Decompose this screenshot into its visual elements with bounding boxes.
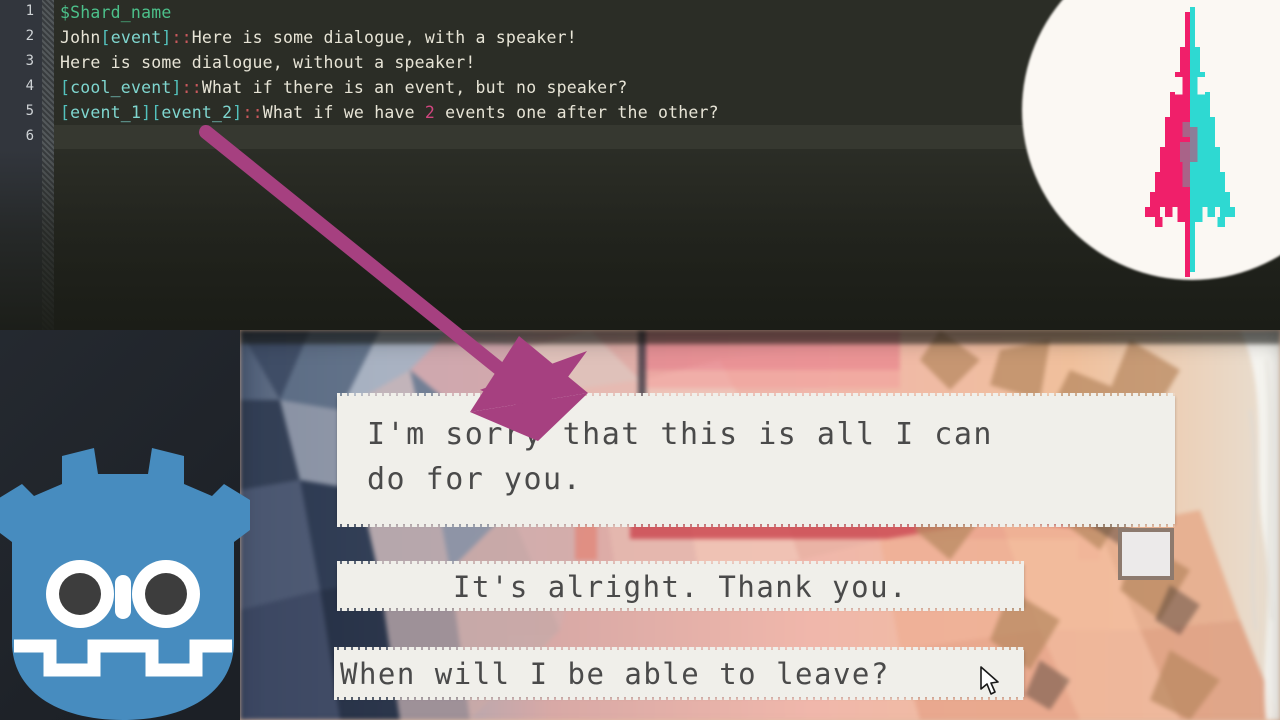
code-token: 2 xyxy=(424,103,436,122)
code-token: $Shard_name xyxy=(60,3,172,22)
screenshot-stage: 123456 $Shard_name John[event]::Here is s… xyxy=(0,0,1280,720)
code-token: [ xyxy=(60,103,71,122)
mouse-pointer xyxy=(980,666,999,695)
line-number: 3 xyxy=(25,53,34,69)
code-token: What if there is an event, but no speake… xyxy=(201,78,628,97)
dialogue-choice-2[interactable]: When will I be able to leave? xyxy=(334,647,1024,700)
dialogue-line-1: I'm sorry that this is all I can xyxy=(367,417,993,452)
line-number: 6 xyxy=(25,128,34,144)
code-token: ] xyxy=(232,103,243,122)
code-token: [ xyxy=(151,103,162,122)
dialogue-choice-1-label: It's alright. Thank you. xyxy=(452,570,909,604)
code-token: John xyxy=(60,28,101,47)
code-token: event xyxy=(110,28,162,47)
next-page-indicator[interactable] xyxy=(1118,528,1174,580)
code-token: ] xyxy=(161,28,172,47)
code-token: What if we have xyxy=(262,103,425,122)
code-token: ] xyxy=(171,78,182,97)
code-token: Here is some dialogue, without a speaker… xyxy=(60,53,476,72)
code-token: event_1 xyxy=(70,103,142,122)
dialogue-choice-1[interactable]: It's alright. Thank you. xyxy=(337,561,1024,611)
code-token: events one after the other? xyxy=(435,103,719,122)
line-number: 5 xyxy=(25,103,34,119)
dialogue-line-2: do for you. xyxy=(367,462,583,497)
code-token: :: xyxy=(181,78,202,97)
line-number: 1 xyxy=(25,3,34,19)
code-token: cool_event xyxy=(70,78,172,97)
godot-logo xyxy=(0,448,250,720)
dialogue-choice-2-label: When will I be able to leave? xyxy=(340,657,890,691)
code-token: [ xyxy=(60,78,71,97)
dialogue-box[interactable]: I'm sorry that this is all I can do for … xyxy=(337,393,1175,527)
code-token: :: xyxy=(171,28,192,47)
code-token: Here is some dialogue, with a speaker! xyxy=(191,28,577,47)
line-number: 4 xyxy=(25,78,34,94)
code-token: :: xyxy=(242,103,263,122)
line-number: 2 xyxy=(25,28,34,44)
code-token: event_2 xyxy=(161,103,233,122)
code-token: [ xyxy=(100,28,111,47)
code-token: ] xyxy=(141,103,152,122)
pixel-rocket-sprite xyxy=(1145,7,1235,277)
